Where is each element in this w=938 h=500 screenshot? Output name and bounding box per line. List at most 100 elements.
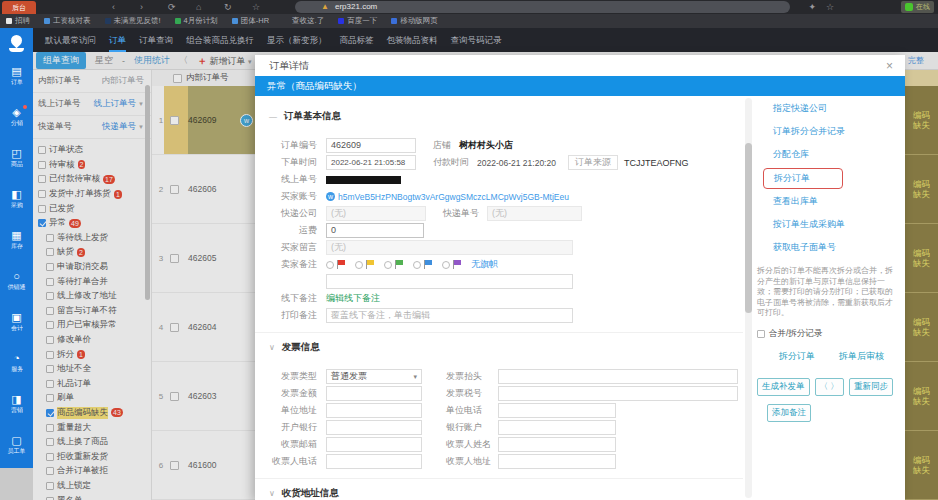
row-checkbox[interactable]: [170, 392, 179, 401]
checkbox[interactable]: [46, 307, 54, 315]
filter-checkbox-item[interactable]: 重量超大: [33, 420, 151, 435]
nav-tab[interactable]: 订单查询: [139, 28, 173, 52]
flag-radio[interactable]: [442, 261, 450, 269]
nav-tab[interactable]: 订单: [109, 28, 126, 52]
side-action-link[interactable]: 按订单生成采购单: [773, 218, 905, 231]
collapse-arrow-icon[interactable]: 〈: [179, 54, 188, 67]
side-action-link[interactable]: 订单拆分合并记录: [773, 125, 905, 138]
filter-checkbox-item[interactable]: 已付款待审核 17: [33, 172, 151, 187]
sidebar-item[interactable]: ▦ 库存: [6, 229, 27, 251]
invoice-title-input[interactable]: [498, 369, 738, 384]
row-checkbox[interactable]: [170, 461, 179, 470]
refresh-icon[interactable]: ⟳: [168, 0, 176, 14]
table-row[interactable]: 1 462609 w: [152, 86, 258, 155]
checkbox[interactable]: [38, 219, 46, 227]
split-option[interactable]: 合并/拆分记录: [757, 328, 905, 340]
nav-tab[interactable]: 组合装商品兑换行: [186, 28, 254, 52]
flag-option[interactable]: [384, 260, 413, 269]
order-source-box[interactable]: 订单来源: [568, 155, 618, 170]
filter-checkbox-item[interactable]: 线上换了商品: [33, 435, 151, 450]
reload-icon[interactable]: ↻: [224, 0, 232, 14]
unit-phone-input[interactable]: [498, 403, 616, 418]
invoice-type-select[interactable]: 普通发票▾: [326, 369, 422, 384]
filter-checkbox-item[interactable]: 异常 49: [33, 216, 151, 231]
checkbox[interactable]: [46, 424, 54, 432]
bookmark-item[interactable]: 工资核对表: [44, 16, 91, 26]
checkbox[interactable]: [46, 394, 54, 402]
invoice-email-input[interactable]: [326, 437, 422, 452]
side-action-link[interactable]: 指定快递公司: [773, 102, 905, 115]
flag-radio[interactable]: [413, 261, 421, 269]
flag-option[interactable]: [413, 260, 442, 269]
checkbox[interactable]: [46, 467, 54, 475]
filter-checkbox-item[interactable]: 等待线上发货: [33, 231, 151, 246]
nav-tab[interactable]: 显示（新变形）: [267, 28, 327, 52]
invoice-tax-input[interactable]: [498, 386, 738, 401]
row-checkbox[interactable]: [170, 185, 179, 194]
sidebar-item[interactable]: ◈ 分销: [6, 106, 27, 128]
checkbox[interactable]: [757, 330, 765, 338]
sidebar-item[interactable]: ○ 供销通: [6, 270, 27, 292]
checkbox[interactable]: [46, 409, 54, 417]
receiver-phone-input[interactable]: [326, 454, 422, 469]
bookmark-item[interactable]: 4月份计划: [175, 16, 218, 26]
checkbox[interactable]: [46, 351, 54, 359]
table-row[interactable]: 3 462605 w: [152, 224, 258, 293]
sidebar-item[interactable]: ◰ 商品: [6, 147, 27, 169]
checkbox[interactable]: [46, 336, 54, 344]
flag-radio[interactable]: [355, 261, 363, 269]
sidebar-item[interactable]: ▤ 订单: [6, 65, 27, 87]
nav-tab[interactable]: 默认最常访问: [45, 28, 96, 52]
filter-checkbox-item[interactable]: 刷单: [33, 391, 151, 406]
bookmark-item[interactable]: 百度一下: [338, 16, 377, 26]
toolbar-text1[interactable]: 星空: [95, 54, 113, 67]
filter-checkbox-item[interactable]: 申请取消交易: [33, 260, 151, 275]
forward-icon[interactable]: ›: [140, 0, 143, 14]
side-button[interactable]: 重新同步: [849, 378, 893, 396]
bank-account-input[interactable]: [498, 420, 616, 435]
bookmark-item[interactable]: 团体-HR: [232, 16, 269, 26]
bookmark-item[interactable]: 移动版网页: [391, 16, 438, 26]
browser-tab[interactable]: 后台: [2, 1, 36, 14]
filter-checkbox-item[interactable]: 用户已审核异常: [33, 318, 151, 333]
profile-icon[interactable]: ☆: [826, 0, 834, 14]
unit-address-input[interactable]: [326, 403, 422, 418]
filter-checkbox-item[interactable]: 拆分 1: [33, 347, 151, 362]
filter-checkbox-item[interactable]: 已发货: [33, 201, 151, 216]
filter-checkbox-item[interactable]: 线上修改了地址: [33, 289, 151, 304]
checkbox[interactable]: [38, 190, 46, 198]
row-checkbox[interactable]: [170, 323, 179, 332]
bookmark-item[interactable]: 未满意见反馈!: [105, 16, 161, 26]
filter-checkbox-item[interactable]: 地址不全: [33, 362, 151, 377]
query-tab[interactable]: 组单查询: [36, 52, 86, 69]
sidebar-item[interactable]: ◨ 营销: [6, 393, 27, 415]
checkbox[interactable]: [38, 146, 46, 154]
filter-checkbox-item[interactable]: 等待打单合并: [33, 274, 151, 289]
filter-checkbox-item[interactable]: 线上锁定: [33, 479, 151, 494]
side-button[interactable]: 生成补发单: [757, 378, 810, 396]
url-bar[interactable]: ▲ erp321.com: [295, 1, 790, 13]
filter-checkbox-item[interactable]: 合并订单被拒: [33, 464, 151, 479]
wangwang-icon[interactable]: w: [240, 114, 253, 127]
checkbox[interactable]: [46, 497, 54, 500]
star-icon[interactable]: ☆: [252, 0, 260, 14]
table-row[interactable]: 6 461600 w: [152, 431, 258, 500]
filter-checkbox-item[interactable]: 留言与订单不符: [33, 304, 151, 319]
checkbox[interactable]: [46, 234, 54, 242]
checkbox[interactable]: [46, 380, 54, 388]
row-checkbox[interactable]: [170, 116, 179, 125]
seller-note-input[interactable]: [326, 274, 573, 289]
flag-radio[interactable]: [384, 261, 392, 269]
filter-checkbox-item[interactable]: 商品编码缺失 43: [33, 406, 151, 421]
nav-tab[interactable]: 商品标签: [340, 28, 374, 52]
checkbox[interactable]: [46, 292, 54, 300]
flag-radio[interactable]: [326, 261, 334, 269]
filter-checkbox-item[interactable]: 订单状态: [33, 143, 151, 158]
order-no-input[interactable]: 462609: [326, 138, 416, 153]
select-all-checkbox[interactable]: [173, 74, 182, 83]
print-note-input[interactable]: 覆盖线下备注，单击编辑: [326, 308, 573, 323]
checkbox[interactable]: [46, 365, 54, 373]
filter-checkbox-item[interactable]: 发货中,打单拣货 1: [33, 187, 151, 202]
nav-tab[interactable]: 查询号码记录: [451, 28, 502, 52]
close-icon[interactable]: ×: [886, 60, 893, 72]
